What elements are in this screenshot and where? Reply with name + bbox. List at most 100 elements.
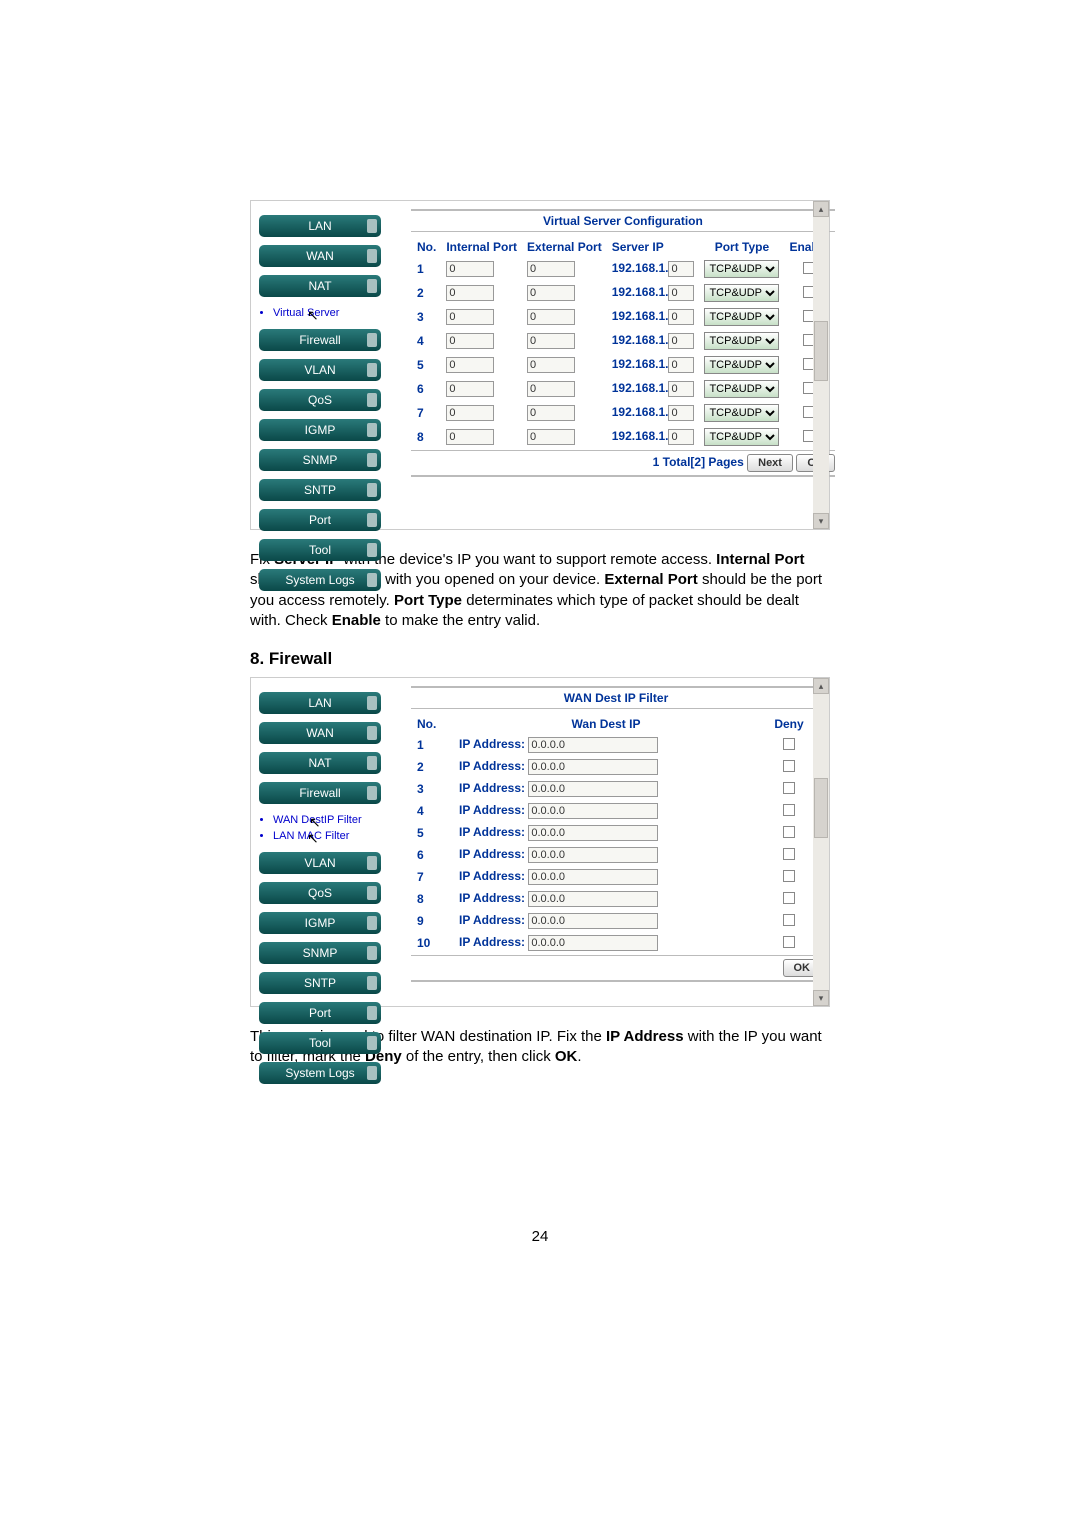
sidebar-port[interactable]: Port <box>259 1002 381 1024</box>
sidebar-qos[interactable]: QoS <box>259 882 381 904</box>
port-type-select[interactable]: TCP&UDP <box>704 308 779 326</box>
server-ip-input[interactable] <box>668 381 694 397</box>
ip-address-input[interactable] <box>528 803 658 819</box>
scrollbar-thumb[interactable] <box>814 778 828 838</box>
next-button[interactable]: Next <box>747 454 793 472</box>
sidebar-qos[interactable]: QoS <box>259 389 381 411</box>
ip-filter-table: No. Wan Dest IP Deny 1IP Address: 2IP Ad… <box>411 713 821 955</box>
scrollbar-thumb[interactable] <box>814 321 828 381</box>
sidebar-tool[interactable]: Tool <box>259 1032 381 1054</box>
table-row: 1192.168.1.TCP&UDP <box>413 258 833 280</box>
scrollbar[interactable]: ▴ ▾ <box>813 678 829 1006</box>
sidebar-igmp[interactable]: IGMP <box>259 419 381 441</box>
table-row: 6IP Address: <box>413 845 819 865</box>
sidebar-item-wan-destip-filter[interactable]: WAN DestIP Filter <box>273 812 381 828</box>
server-ip-input[interactable] <box>668 333 694 349</box>
sidebar-sntp[interactable]: SNTP <box>259 972 381 994</box>
internal-port-input[interactable] <box>446 429 494 445</box>
scroll-down-icon[interactable]: ▾ <box>813 990 829 1006</box>
internal-port-input[interactable] <box>446 285 494 301</box>
col-no: No. <box>413 238 440 256</box>
scroll-up-icon[interactable]: ▴ <box>813 201 829 217</box>
external-port-input[interactable] <box>527 261 575 277</box>
server-ip-input[interactable] <box>668 261 694 277</box>
sidebar-snmp[interactable]: SNMP <box>259 942 381 964</box>
ip-address-input[interactable] <box>528 891 658 907</box>
sidebar-firewall[interactable]: Firewall <box>259 782 381 804</box>
sidebar-wan[interactable]: WAN <box>259 245 381 267</box>
scrollbar[interactable]: ▴ ▾ <box>813 201 829 529</box>
ip-address-input[interactable] <box>528 869 658 885</box>
table-row: 7192.168.1.TCP&UDP <box>413 402 833 424</box>
sidebar-lan[interactable]: LAN <box>259 215 381 237</box>
deny-checkbox[interactable] <box>783 848 795 860</box>
deny-checkbox[interactable] <box>783 826 795 838</box>
port-type-select[interactable]: TCP&UDP <box>704 356 779 374</box>
scroll-up-icon[interactable]: ▴ <box>813 678 829 694</box>
virtual-server-panel: Virtual Server Configuration No. Interna… <box>411 209 835 599</box>
sidebar-nat[interactable]: NAT <box>259 752 381 774</box>
sidebar-system-logs[interactable]: System Logs <box>259 569 381 591</box>
ip-address-input[interactable] <box>528 759 658 775</box>
server-ip-input[interactable] <box>668 429 694 445</box>
server-ip-input[interactable] <box>668 285 694 301</box>
table-row: 5IP Address: <box>413 823 819 843</box>
deny-checkbox[interactable] <box>783 804 795 816</box>
sidebar-snmp[interactable]: SNMP <box>259 449 381 471</box>
sidebar-vlan[interactable]: VLAN <box>259 852 381 874</box>
ip-address-input[interactable] <box>528 825 658 841</box>
deny-checkbox[interactable] <box>783 738 795 750</box>
external-port-input[interactable] <box>527 429 575 445</box>
sidebar-tool[interactable]: Tool <box>259 539 381 561</box>
col-no: No. <box>413 715 453 733</box>
scroll-down-icon[interactable]: ▾ <box>813 513 829 529</box>
sidebar-lan[interactable]: LAN <box>259 692 381 714</box>
external-port-input[interactable] <box>527 357 575 373</box>
ip-address-input[interactable] <box>528 913 658 929</box>
deny-checkbox[interactable] <box>783 870 795 882</box>
sidebar-system-logs[interactable]: System Logs <box>259 1062 381 1084</box>
port-type-select[interactable]: TCP&UDP <box>704 332 779 350</box>
port-type-select[interactable]: TCP&UDP <box>704 380 779 398</box>
port-type-select[interactable]: TCP&UDP <box>704 404 779 422</box>
external-port-input[interactable] <box>527 333 575 349</box>
sidebar-sntp[interactable]: SNTP <box>259 479 381 501</box>
sidebar-firewall[interactable]: Firewall <box>259 329 381 351</box>
ip-address-input[interactable] <box>528 935 658 951</box>
table-row: 2IP Address: <box>413 757 819 777</box>
sidebar-wan[interactable]: WAN <box>259 722 381 744</box>
sidebar-nat[interactable]: NAT <box>259 275 381 297</box>
port-type-select[interactable]: TCP&UDP <box>704 428 779 446</box>
server-ip-input[interactable] <box>668 357 694 373</box>
server-ip-input[interactable] <box>668 405 694 421</box>
table-row: 3192.168.1.TCP&UDP <box>413 306 833 328</box>
internal-port-input[interactable] <box>446 381 494 397</box>
server-ip-input[interactable] <box>668 309 694 325</box>
internal-port-input[interactable] <box>446 405 494 421</box>
deny-checkbox[interactable] <box>783 760 795 772</box>
external-port-input[interactable] <box>527 285 575 301</box>
sidebar-port[interactable]: Port <box>259 509 381 531</box>
external-port-input[interactable] <box>527 405 575 421</box>
ip-address-input[interactable] <box>528 847 658 863</box>
table-row: 4192.168.1.TCP&UDP <box>413 330 833 352</box>
sidebar-vlan[interactable]: VLAN <box>259 359 381 381</box>
sidebar-item-virtual-server[interactable]: Virtual Server <box>273 305 381 321</box>
sidebar-item-lan-mac-filter[interactable]: LAN MAC Filter <box>273 828 381 844</box>
deny-checkbox[interactable] <box>783 936 795 948</box>
deny-checkbox[interactable] <box>783 782 795 794</box>
sidebar-igmp[interactable]: IGMP <box>259 912 381 934</box>
port-type-select[interactable]: TCP&UDP <box>704 284 779 302</box>
deny-checkbox[interactable] <box>783 914 795 926</box>
external-port-input[interactable] <box>527 309 575 325</box>
external-port-input[interactable] <box>527 381 575 397</box>
ip-address-input[interactable] <box>528 737 658 753</box>
deny-checkbox[interactable] <box>783 892 795 904</box>
internal-port-input[interactable] <box>446 309 494 325</box>
internal-port-input[interactable] <box>446 261 494 277</box>
sidebar: LAN WAN NAT Firewall WAN DestIP Filter ↖… <box>259 686 381 1092</box>
port-type-select[interactable]: TCP&UDP <box>704 260 779 278</box>
internal-port-input[interactable] <box>446 333 494 349</box>
internal-port-input[interactable] <box>446 357 494 373</box>
ip-address-input[interactable] <box>528 781 658 797</box>
